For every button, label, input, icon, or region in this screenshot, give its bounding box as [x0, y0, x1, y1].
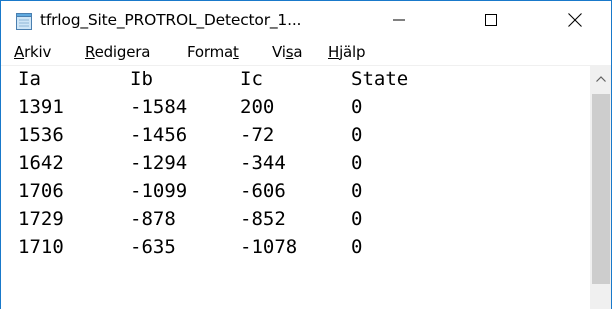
menu-view[interactable]: Visa: [272, 43, 303, 61]
cell-ic: -852: [240, 208, 286, 230]
cell-ia: 1710: [18, 236, 64, 258]
cell-ic: -344: [240, 152, 286, 174]
cell-ia: 1729: [18, 208, 64, 230]
menu-help-label: jälp: [339, 43, 366, 61]
notepad-window: tfrlog_Site_PROTROL_Detector_1... Arkiv …: [0, 0, 612, 309]
cell-ic: 200: [240, 96, 275, 118]
cell-ib: -1584: [130, 96, 188, 118]
header-ic: Ic: [240, 68, 263, 90]
menu-file-mnemonic: A: [14, 43, 25, 61]
menu-format[interactable]: Format: [187, 43, 239, 61]
cell-ib: -1456: [130, 124, 188, 146]
cell-ib: -635: [130, 236, 176, 258]
header-ib: Ib: [130, 68, 153, 90]
cell-ia: 1642: [18, 152, 64, 174]
maximize-button[interactable]: [468, 1, 514, 39]
header-state: State: [351, 68, 409, 90]
menu-edit[interactable]: Redigera: [85, 43, 150, 61]
minimize-icon: [393, 19, 405, 21]
close-button[interactable]: [552, 1, 598, 39]
menu-view-label: Vi: [272, 43, 286, 61]
cell-ib: -878: [130, 208, 176, 230]
cell-ib: -1294: [130, 152, 188, 174]
text-editor-area[interactable]: Ia Ib Ic State 1391 -1584 200 0 1536 -14…: [1, 65, 590, 309]
table-row: 1642 -1294 -344 0: [18, 152, 362, 179]
menu-help-mnemonic: H: [328, 43, 340, 61]
menu-edit-label: edigera: [94, 43, 151, 61]
table-row: 1536 -1456 -72 0: [18, 124, 362, 151]
table-row: 1391 -1584 200 0: [18, 96, 362, 123]
chevron-up-icon: [596, 76, 606, 82]
cell-state: 0: [351, 208, 363, 230]
cell-ib: -1099: [130, 180, 188, 202]
menu-bar: Arkiv Redigera Format Visa Hjälp: [1, 39, 611, 65]
menu-file[interactable]: Arkiv: [14, 43, 51, 61]
menu-format-mnemonic: t: [232, 43, 239, 61]
menu-format-label: Forma: [187, 43, 233, 61]
vertical-scrollbar[interactable]: [590, 65, 611, 309]
cell-ic: -1078: [240, 236, 298, 258]
window-title: tfrlog_Site_PROTROL_Detector_1...: [40, 11, 302, 29]
minimize-button[interactable]: [376, 1, 422, 39]
table-row: 1706 -1099 -606 0: [18, 180, 362, 207]
cell-ic: -606: [240, 180, 286, 202]
table-row: 1729 -878 -852 0: [18, 208, 362, 235]
maximize-icon: [485, 14, 497, 26]
menu-file-label: rkiv: [24, 43, 52, 61]
menu-help[interactable]: Hjälp: [328, 43, 366, 61]
header-ia: Ia: [18, 68, 41, 90]
table-row: 1710 -635 -1078 0: [18, 236, 362, 263]
header-line: Ia Ib Ic State: [18, 68, 408, 95]
notepad-icon: [16, 12, 32, 30]
title-bar[interactable]: tfrlog_Site_PROTROL_Detector_1...: [1, 1, 611, 39]
scrollbar-thumb[interactable]: [592, 94, 610, 284]
cell-state: 0: [351, 236, 363, 258]
cell-ia: 1391: [18, 96, 64, 118]
close-icon: [568, 13, 582, 27]
cell-state: 0: [351, 124, 363, 146]
cell-state: 0: [351, 152, 363, 174]
cell-ia: 1706: [18, 180, 64, 202]
cell-state: 0: [351, 180, 363, 202]
cell-state: 0: [351, 96, 363, 118]
scroll-up-button[interactable]: [590, 65, 611, 91]
cell-ia: 1536: [18, 124, 64, 146]
cell-ic: -72: [240, 124, 275, 146]
menu-edit-mnemonic: R: [85, 43, 95, 61]
menu-view-label-end: a: [293, 43, 303, 61]
